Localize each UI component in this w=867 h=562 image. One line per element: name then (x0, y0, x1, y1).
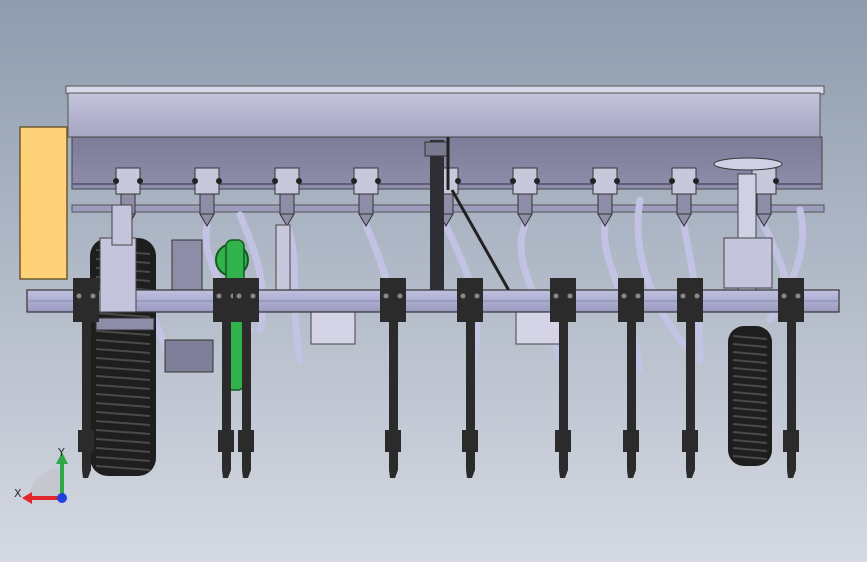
bar-clamp-left (310, 307, 356, 345)
z-axis-dot (57, 493, 67, 503)
hopper-upper-panel (67, 92, 821, 138)
drive-motor-box (19, 126, 68, 280)
seed-drill-model: Y X (0, 0, 867, 562)
right-gauge-wheel (728, 326, 772, 466)
x-axis-label: X (14, 487, 22, 500)
cad-viewport[interactable]: Y X (0, 0, 867, 562)
y-axis-label: Y (57, 446, 65, 459)
left-mount-plate (99, 237, 137, 313)
